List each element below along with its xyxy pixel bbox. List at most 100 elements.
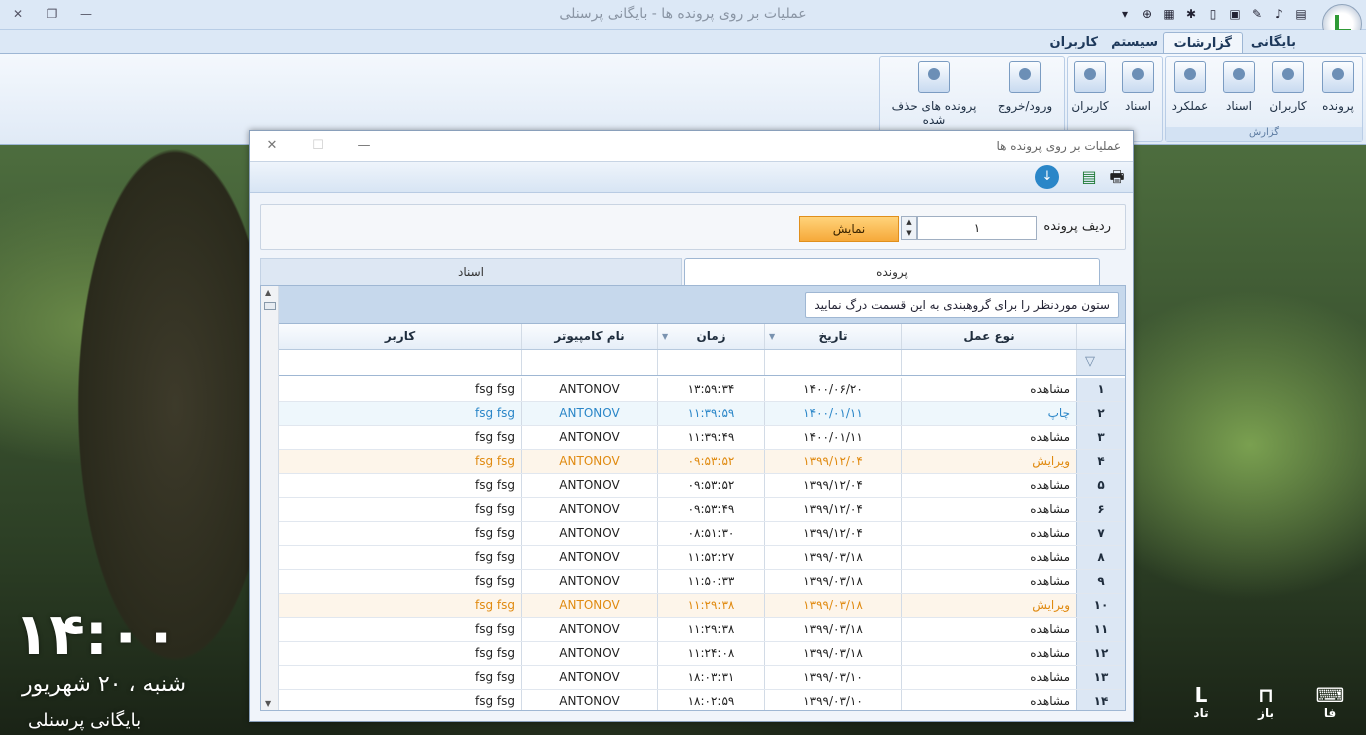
cell-date: ۱۳۹۹/۰۳/۱۸ — [764, 570, 901, 593]
qat-menu-icon[interactable]: ▾ — [1116, 5, 1134, 23]
login-logout-button[interactable]: ورود/خروج — [990, 61, 1060, 113]
report-users-button[interactable]: کاربران — [1266, 61, 1310, 113]
report-file-button[interactable]: پرونده — [1318, 61, 1358, 113]
cell-time: ۰۸:۵۱:۳۰ — [657, 522, 764, 545]
grid-filter-row[interactable]: ▽ — [278, 350, 1125, 376]
cell-date: ۱۴۰۰/۰۱/۱۱ — [764, 426, 901, 449]
chart-users-button[interactable]: کاربران — [1068, 61, 1112, 113]
restore-window-button[interactable]: ❐ — [42, 4, 62, 24]
filter-cell-time[interactable] — [657, 350, 764, 375]
cell-computer-name: ANTONOV — [521, 426, 657, 449]
table-row[interactable]: ۲ چاپ ۱۴۰۰/۰۱/۱۱ ۱۱:۳۹:۵۹ ANTONOV fsg fsg — [278, 402, 1125, 426]
header-user[interactable]: کاربر — [278, 324, 521, 349]
tab-archive[interactable]: بایگانی — [1241, 32, 1306, 54]
grid-rows: ۱ مشاهده ۱۴۰۰/۰۶/۲۰ ۱۳:۵۹:۳۴ ANTONOV fsg fsg ۲… — [278, 378, 1125, 710]
file-row-spinner[interactable]: ▲ ▼ — [901, 216, 917, 240]
report-documents-button[interactable]: اسناد — [1219, 61, 1259, 113]
table-row[interactable]: ۸ مشاهده ۱۳۹۹/۰۳/۱۸ ۱۱:۵۲:۲۷ ANTONOV fsg fsg — [278, 546, 1125, 570]
calculator-icon[interactable]: ▦ — [1160, 5, 1178, 23]
show-button[interactable]: نمایش — [799, 216, 899, 242]
table-row[interactable]: ۹ مشاهده ۱۳۹۹/۰۳/۱۸ ۱۱:۵۰:۳۳ ANTONOV fsg fsg — [278, 570, 1125, 594]
edit-icon[interactable]: ✎ — [1248, 5, 1266, 23]
cell-time: ۱۱:۲۴:۰۸ — [657, 642, 764, 665]
cell-user: fsg fsg — [278, 690, 521, 710]
report-performance-button[interactable]: عملکرد — [1168, 61, 1212, 113]
cell-user: fsg fsg — [278, 378, 521, 401]
filter-icon[interactable]: ▽ — [1085, 354, 1095, 369]
file-row-input[interactable]: ۱ — [917, 216, 1037, 240]
table-row[interactable]: ۱۳ مشاهده ۱۳۹۹/۰۳/۱۰ ۱۸:۰۳:۳۱ ANTONOV fsg fsg — [278, 666, 1125, 690]
cell-row-number: ۳ — [1076, 426, 1125, 449]
header-action-type[interactable]: نوع عمل — [901, 324, 1076, 349]
header-computer-name[interactable]: نام کامپیوتر — [521, 324, 657, 349]
table-row[interactable]: ۱۱ مشاهده ۱۳۹۹/۰۳/۱۸ ۱۱:۲۹:۳۸ ANTONOV fsg fsg — [278, 618, 1125, 642]
bell-icon[interactable]: ♪ — [1270, 5, 1288, 23]
group-by-hint: ستون موردنظر را برای گروهبندی به این قسم… — [805, 292, 1119, 318]
grid-header: نوع عمل ▼ تاریخ ▼ زمان نام کامپیوتر کاربر — [278, 324, 1125, 350]
cell-computer-name: ANTONOV — [521, 594, 657, 617]
cell-user: fsg fsg — [278, 666, 521, 689]
filter-cell-date[interactable] — [764, 350, 901, 375]
cell-time: ۱۱:۳۹:۵۹ — [657, 402, 764, 425]
tray-keyboard[interactable]: ⌨ فا — [1304, 684, 1356, 720]
tab-system[interactable]: سیستم — [1101, 32, 1168, 54]
cell-action-type: مشاهده — [901, 618, 1076, 641]
grid-scrollbar[interactable]: ▲ ▼ — [261, 286, 279, 710]
table-row[interactable]: ۱۲ مشاهده ۱۳۹۹/۰۳/۱۸ ۱۱:۲۴:۰۸ ANTONOV fsg fsg — [278, 642, 1125, 666]
minimize-window-button[interactable]: — — [76, 4, 96, 24]
table-row[interactable]: ۱ مشاهده ۱۴۰۰/۰۶/۲۰ ۱۳:۵۹:۳۴ ANTONOV fsg fsg — [278, 378, 1125, 402]
refresh-icon[interactable]: ↓ — [1035, 165, 1059, 189]
book-icon[interactable]: ▯ — [1204, 5, 1222, 23]
print-icon[interactable]: 🖶 — [1105, 165, 1129, 189]
alarm-icon[interactable]: ✱ — [1182, 5, 1200, 23]
table-row[interactable]: ۳ مشاهده ۱۴۰۰/۰۱/۱۱ ۱۱:۳۹:۴۹ ANTONOV fsg fsg — [278, 426, 1125, 450]
cell-row-number: ۷ — [1076, 522, 1125, 545]
cell-user: fsg fsg — [278, 522, 521, 545]
cell-row-number: ۴ — [1076, 450, 1125, 473]
close-window-button[interactable]: ✕ — [8, 4, 28, 24]
cell-row-number: ۱۳ — [1076, 666, 1125, 689]
scroll-up-icon[interactable]: ▲ — [265, 288, 271, 297]
scroll-thumb[interactable] — [264, 302, 276, 310]
cell-row-number: ۹ — [1076, 570, 1125, 593]
tab-file[interactable]: پرونده — [684, 258, 1100, 285]
notes-icon[interactable]: ▤ — [1292, 5, 1310, 23]
tab-reports[interactable]: گزارشات — [1162, 32, 1243, 54]
tab-users[interactable]: کاربران — [1040, 32, 1108, 54]
dialog-titlebar: عملیات بر روی پرونده ها ✕ ☐ — — [250, 131, 1133, 162]
tab-documents[interactable]: اسناد — [260, 258, 682, 285]
deleted-files-button[interactable]: پرونده های حذف شده — [880, 61, 988, 127]
cell-computer-name: ANTONOV — [521, 402, 657, 425]
cell-action-type: مشاهده — [901, 378, 1076, 401]
cell-computer-name: ANTONOV — [521, 378, 657, 401]
tray-tad[interactable]: L تاد — [1175, 684, 1227, 720]
scroll-down-icon[interactable]: ▼ — [265, 699, 271, 708]
chart-documents-button[interactable]: اسناد — [1118, 61, 1158, 113]
cell-time: ۰۹:۵۳:۵۲ — [657, 450, 764, 473]
group-by-area[interactable]: ستون موردنظر را برای گروهبندی به این قسم… — [279, 286, 1125, 324]
cell-time: ۱۳:۵۹:۳۴ — [657, 378, 764, 401]
tray-book[interactable]: ⊓ باز — [1240, 684, 1292, 720]
filter-cell-user[interactable] — [278, 350, 521, 375]
table-row[interactable]: ۴ ویرایش ۱۳۹۹/۱۲/۰۴ ۰۹:۵۳:۵۲ ANTONOV fsg fsg — [278, 450, 1125, 474]
table-row[interactable]: ۱۴ مشاهده ۱۳۹۹/۰۳/۱۰ ۱۸:۰۲:۵۹ ANTONOV fsg fsg — [278, 690, 1125, 710]
header-date[interactable]: ▼ تاریخ — [764, 324, 901, 349]
deleted-files-icon — [918, 61, 950, 93]
header-time[interactable]: ▼ زمان — [657, 324, 764, 349]
filter-cell-computer[interactable] — [521, 350, 657, 375]
dialog-maximize-icon[interactable]: ☐ — [306, 136, 330, 156]
contact-card-icon[interactable]: ▣ — [1226, 5, 1244, 23]
table-row[interactable]: ۷ مشاهده ۱۳۹۹/۱۲/۰۴ ۰۸:۵۱:۳۰ ANTONOV fsg fsg — [278, 522, 1125, 546]
table-row[interactable]: ۱۰ ویرایش ۱۳۹۹/۰۳/۱۸ ۱۱:۲۹:۳۸ ANTONOV fsg fsg — [278, 594, 1125, 618]
table-row[interactable]: ۶ مشاهده ۱۳۹۹/۱۲/۰۴ ۰۹:۵۳:۴۹ ANTONOV fsg fsg — [278, 498, 1125, 522]
table-row[interactable]: ۵ مشاهده ۱۳۹۹/۱۲/۰۴ ۰۹:۵۳:۵۲ ANTONOV fsg fsg — [278, 474, 1125, 498]
cell-action-type: ویرایش — [901, 594, 1076, 617]
dialog-minimize-icon[interactable]: — — [352, 136, 376, 156]
upload-icon[interactable]: ⊕ — [1138, 5, 1156, 23]
keyboard-icon: ⌨ — [1315, 683, 1345, 707]
filter-cell-type[interactable] — [901, 350, 1076, 375]
cell-action-type: مشاهده — [901, 426, 1076, 449]
export-excel-icon[interactable]: ▤ — [1077, 165, 1101, 189]
sort-icon: ▼ — [769, 332, 776, 341]
dialog-close-icon[interactable]: ✕ — [260, 136, 284, 156]
